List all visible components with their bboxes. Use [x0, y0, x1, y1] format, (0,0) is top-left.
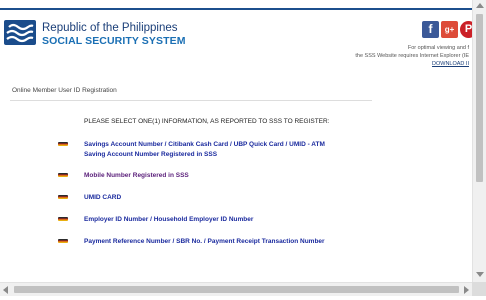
pinterest-icon[interactable]: P — [460, 21, 472, 38]
ph-flag-icon — [58, 195, 68, 199]
scroll-left-arrow-icon[interactable] — [3, 286, 8, 294]
ph-flag-icon — [58, 217, 68, 221]
vertical-scrollbar[interactable] — [472, 0, 486, 282]
facebook-icon[interactable]: f — [422, 21, 439, 38]
option-label[interactable]: Savings Account Number / Citibank Cash C… — [84, 140, 344, 159]
vertical-scroll-thumb[interactable] — [476, 14, 483, 182]
option-label[interactable]: UMID CARD — [84, 193, 344, 203]
browser-note-line2: the SSS Website requires Internet Explor… — [355, 53, 469, 59]
download-link[interactable]: DOWNLOAD II — [432, 61, 469, 67]
scroll-down-arrow-icon[interactable] — [476, 272, 484, 277]
scroll-up-arrow-icon[interactable] — [476, 3, 484, 8]
browser-note-line1: For optimal viewing and f — [407, 45, 469, 51]
scrollbar-corner — [472, 282, 486, 296]
org-name-line1: Republic of the Philippines — [42, 22, 178, 34]
bottom-strip — [0, 296, 486, 300]
ph-flag-icon — [58, 239, 68, 243]
page-viewport: Republic of the Philippines SOCIAL SECUR… — [0, 0, 472, 282]
instruction-text: PLEASE SELECT ONE(1) INFORMATION, AS REP… — [84, 118, 330, 125]
option-mobile-number[interactable]: Mobile Number Registered in SSS — [58, 171, 358, 181]
google-plus-icon[interactable]: g+ — [441, 21, 458, 38]
ph-flag-icon — [58, 173, 68, 177]
divider — [10, 100, 372, 101]
ph-flag-icon — [58, 142, 68, 146]
option-payment-reference[interactable]: Payment Reference Number / SBR No. / Pay… — [58, 237, 358, 247]
option-savings-account[interactable]: Savings Account Number / Citibank Cash C… — [58, 140, 358, 160]
option-label[interactable]: Mobile Number Registered in SSS — [84, 171, 344, 181]
scroll-right-arrow-icon[interactable] — [464, 286, 469, 294]
horizontal-scroll-thumb[interactable] — [14, 286, 459, 293]
option-label[interactable]: Employer ID Number / Household Employer … — [84, 215, 344, 225]
org-name-line2: SOCIAL SECURITY SYSTEM — [42, 35, 186, 47]
option-umid-card[interactable]: UMID CARD — [58, 193, 358, 203]
sss-logo-icon — [4, 20, 36, 45]
option-label[interactable]: Payment Reference Number / SBR No. / Pay… — [84, 237, 344, 247]
horizontal-scrollbar[interactable] — [0, 282, 472, 297]
section-title: Online Member User ID Registration — [12, 87, 117, 94]
option-employer-id[interactable]: Employer ID Number / Household Employer … — [58, 215, 358, 225]
header-top-bar — [0, 8, 472, 10]
